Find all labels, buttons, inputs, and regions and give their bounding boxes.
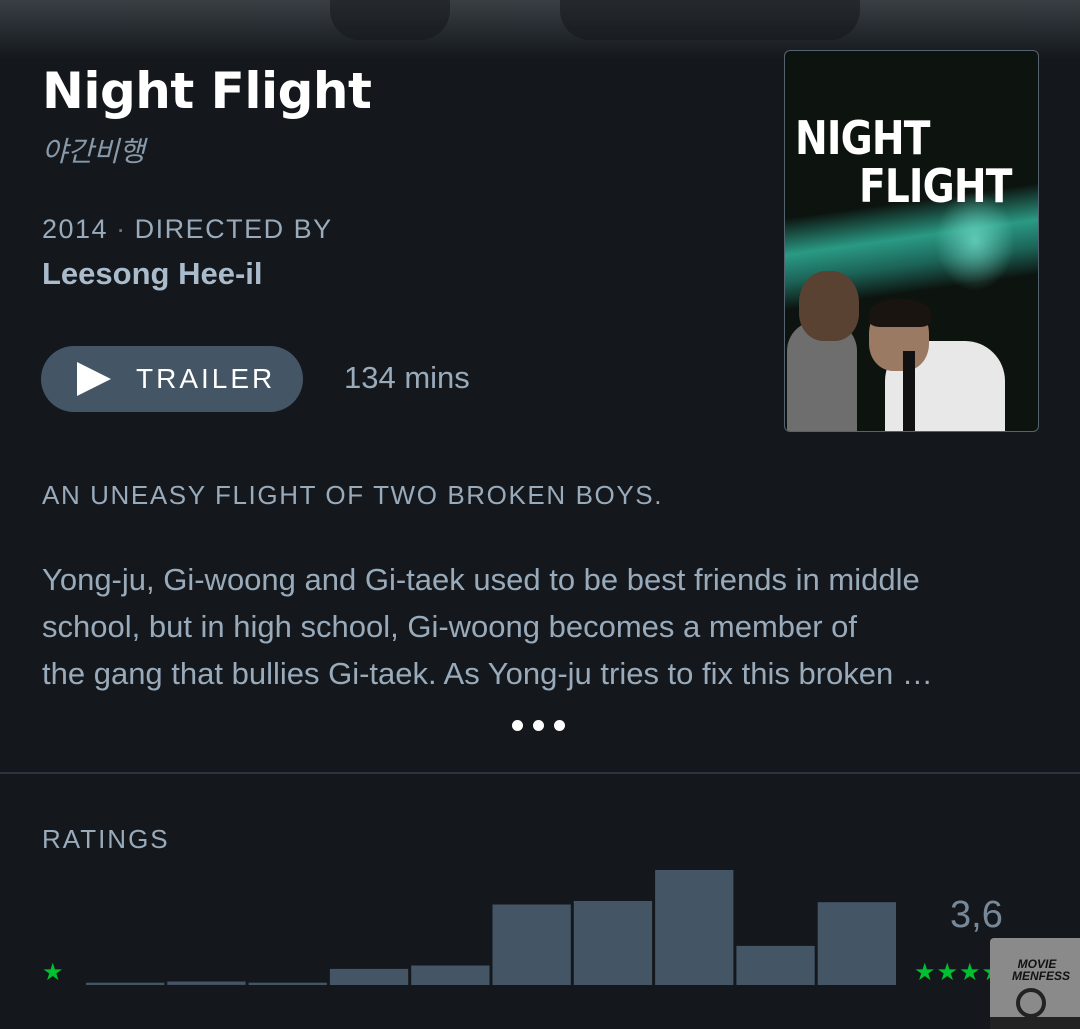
star-icon: ★ [42, 958, 64, 986]
rating-bar-4[interactable] [655, 870, 734, 985]
play-icon [77, 362, 111, 396]
film-reel-icon [1016, 988, 1046, 1018]
rating-bar-0.5[interactable] [86, 982, 165, 985]
more-button[interactable] [512, 720, 565, 731]
poster-figure-tie [903, 351, 915, 431]
meta-separator: · [116, 214, 127, 244]
dot-icon [512, 720, 523, 731]
rating-bar-4.5[interactable] [736, 945, 815, 985]
original-title: 야간비행 [42, 136, 146, 167]
director-link[interactable]: Leesong Hee-il [42, 256, 263, 292]
release-year[interactable]: 2014 [42, 214, 108, 244]
film-title: Night Flight [42, 62, 372, 120]
rating-bar-3.5[interactable] [573, 901, 653, 985]
logo-text: MOVIE MENFESS [1012, 957, 1071, 983]
dot-icon [533, 720, 544, 731]
backdrop-figure [560, 0, 860, 40]
synopsis-line: Yong-ju, Gi-woong and Gi-taek used to be… [42, 562, 920, 597]
tagline: AN UNEASY FLIGHT OF TWO BROKEN BOYS. [42, 480, 664, 510]
movie-menfess-logo: MOVIE MENFESS [990, 938, 1080, 1029]
rating-bar-1[interactable] [167, 981, 246, 985]
synopsis-line: school, but in high school, Gi-woong bec… [42, 609, 858, 644]
backdrop-figure [330, 0, 450, 40]
rating-bar-3[interactable] [492, 904, 571, 986]
rating-bar-5[interactable] [817, 902, 896, 985]
logo-strip [990, 1017, 1080, 1029]
trailer-button[interactable]: TRAILER [41, 346, 303, 412]
section-divider [0, 772, 1080, 774]
rating-bar-2.5[interactable] [411, 965, 490, 986]
poster-figure-head [799, 271, 859, 341]
rating-bar-1.5[interactable] [248, 982, 327, 985]
film-poster[interactable]: NIGHT FLIGHT [784, 50, 1039, 432]
synopsis[interactable]: Yong-ju, Gi-woong and Gi-taek used to be… [42, 556, 1042, 697]
runtime: 134 mins [344, 360, 470, 395]
film-meta: 2014 · DIRECTED BY [42, 214, 333, 245]
poster-figure-hair [869, 299, 931, 327]
poster-title-line: FLIGHT [859, 159, 1012, 213]
average-rating[interactable]: 3,6 [950, 894, 1003, 937]
ratings-histogram[interactable] [86, 870, 896, 985]
poster-title-line: NIGHT [795, 111, 930, 165]
ratings-heading: RATINGS [42, 824, 170, 854]
trailer-label: TRAILER [136, 363, 276, 394]
directed-by-label: DIRECTED BY [134, 214, 333, 244]
dot-icon [554, 720, 565, 731]
synopsis-line: the gang that bullies Gi-taek. As Yong-j… [42, 656, 933, 691]
rating-bar-2[interactable] [329, 968, 409, 985]
